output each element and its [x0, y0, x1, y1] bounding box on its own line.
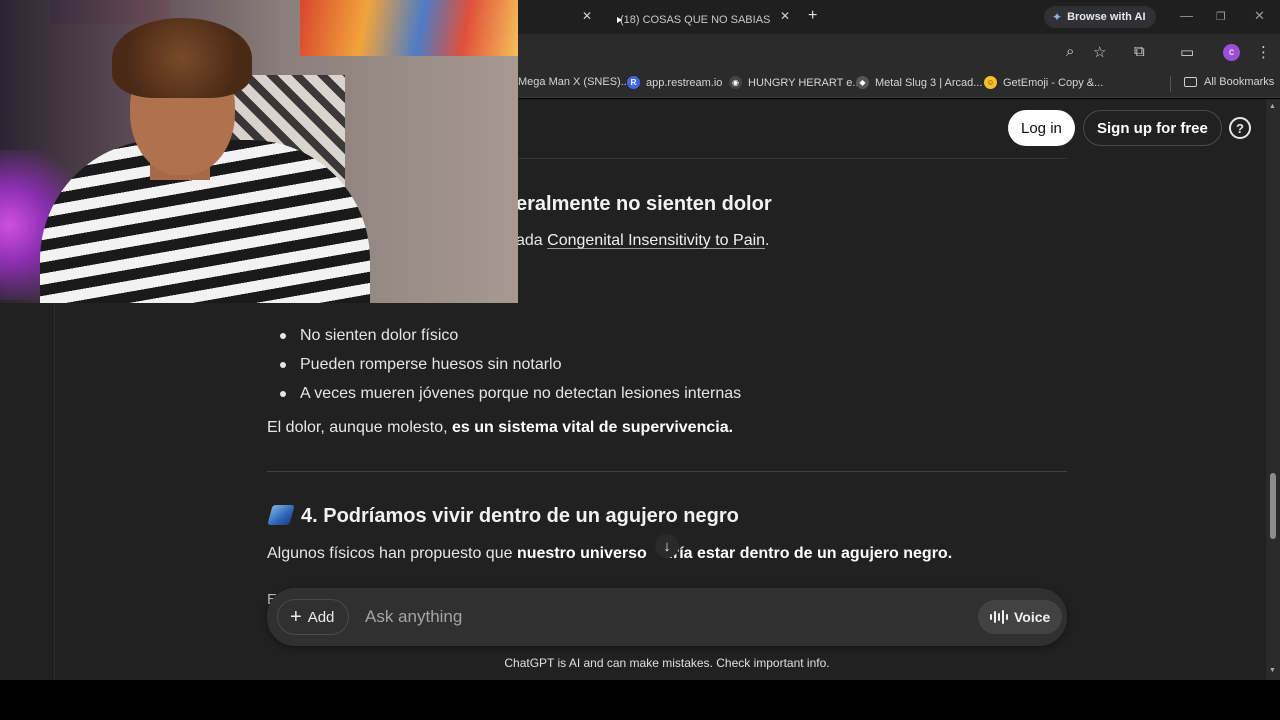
- new-tab-button[interactable]: +: [808, 7, 817, 25]
- comet-icon: [267, 505, 295, 525]
- bookmark-star-icon[interactable]: ☆: [1093, 43, 1106, 61]
- login-button[interactable]: Log in: [1008, 110, 1075, 146]
- webcam-overlay: [0, 0, 518, 303]
- section-divider: [267, 471, 1067, 472]
- zoom-icon[interactable]: ⌕: [1066, 43, 1074, 60]
- folder-icon: [1184, 77, 1197, 87]
- voice-wave-icon: [990, 610, 1008, 624]
- summary-paragraph: El dolor, aunque molesto, es un sistema …: [267, 419, 733, 437]
- bookmark-label: GetEmoji - Copy &...: [1003, 76, 1104, 89]
- intro-text: ada: [516, 232, 548, 249]
- congenital-link[interactable]: Congenital Insensitivity to Pain: [547, 232, 765, 249]
- help-icon[interactable]: ?: [1229, 117, 1251, 139]
- ask-input[interactable]: [365, 605, 925, 629]
- disclaimer: ChatGPT is AI and can make mistakes. Che…: [504, 656, 830, 670]
- signup-button[interactable]: Sign up for free: [1083, 110, 1222, 146]
- tab-close-icon[interactable]: ✕: [780, 9, 790, 23]
- section-intro: ada Congenital Insensitivity to Pain.: [516, 232, 770, 250]
- gamepad-icon: ◆: [856, 76, 869, 89]
- bookmark-item[interactable]: ◆ Metal Slug 3 | Arcad...: [856, 76, 982, 89]
- list-item: No sienten dolor físico: [280, 321, 741, 350]
- section-heading: 4. Podríamos vivir dentro de un agujero …: [267, 505, 739, 528]
- bookmark-label: Metal Slug 3 | Arcad...: [875, 76, 983, 89]
- bullet-list: No sienten dolor físico Pueden romperse …: [280, 321, 741, 408]
- chicken-icon: ◉: [729, 76, 742, 89]
- tab-search-icon[interactable]: ▭: [1180, 43, 1194, 61]
- bookmark-item[interactable]: ◉ HUNGRY HERART e...: [729, 76, 862, 89]
- all-bookmarks-label: All Bookmarks: [1204, 76, 1275, 88]
- restore-icon[interactable]: ❐: [1216, 10, 1226, 23]
- sparkle-icon: ✦: [1052, 10, 1063, 24]
- emoji-icon: ☺: [984, 76, 997, 89]
- scroll-thumb[interactable]: [1270, 473, 1276, 539]
- webcam-painting: [50, 0, 170, 24]
- bookmark-item[interactable]: R app.restream.io: [627, 76, 722, 89]
- scroll-down-icon[interactable]: ↓: [655, 534, 679, 558]
- webcam-painting: [300, 0, 518, 56]
- bookmark-label: HUNGRY HERART e...: [748, 76, 862, 89]
- section-paragraph: Algunos físicos han propuesto que nuestr…: [267, 545, 952, 563]
- minimize-icon[interactable]: —: [1180, 8, 1193, 23]
- bookmark-item[interactable]: Mega Man X (SNES)...: [518, 76, 630, 88]
- menu-kebab-icon[interactable]: ⋮: [1256, 43, 1271, 61]
- voice-button[interactable]: Voice: [978, 600, 1063, 634]
- paragraph-bold: nuestro universo: [516, 545, 652, 562]
- heading-text: 4. Podríamos vivir dentro de un agujero …: [301, 505, 739, 527]
- bookmark-label: app.restream.io: [646, 76, 723, 89]
- page-scrollbar[interactable]: ▲ ▼: [1266, 99, 1280, 680]
- browse-with-ai-label: Browse with AI: [1067, 11, 1146, 23]
- webcam-person-hair: [112, 18, 252, 98]
- tab-close-icon[interactable]: ✕: [582, 9, 592, 23]
- tab-title: (18) COSAS QUE NO SABIAS - \: [620, 14, 770, 26]
- scroll-down-arrow-icon[interactable]: ▼: [1269, 667, 1276, 674]
- tab-youtube[interactable]: (18) COSAS QUE NO SABIAS - \: [612, 6, 770, 34]
- list-item: A veces mueren jóvenes porque no detecta…: [280, 379, 741, 408]
- bookmarks-separator: [1170, 76, 1171, 92]
- paragraph-text: Algunos físicos han propuesto que: [267, 545, 517, 562]
- intro-suffix: .: [765, 232, 770, 249]
- extensions-icon[interactable]: ⧉: [1134, 43, 1145, 60]
- summary-bold: es un sistema vital de supervivencia.: [452, 419, 734, 436]
- add-label: Add: [307, 608, 335, 626]
- add-button[interactable]: + Add: [277, 599, 350, 635]
- close-window-icon[interactable]: ✕: [1254, 8, 1265, 24]
- voice-label: Voice: [1014, 609, 1051, 625]
- summary-text: El dolor, aunque molesto,: [267, 419, 453, 436]
- paragraph-bold: dría estar dentro de un agujero negro.: [663, 545, 953, 562]
- section-heading: eralmente no sienten dolor: [516, 193, 772, 215]
- list-item: Pueden romperse huesos sin notarlo: [280, 350, 741, 379]
- restream-icon: R: [627, 76, 640, 89]
- scroll-up-arrow-icon[interactable]: ▲: [1269, 103, 1276, 110]
- bookmark-label: Mega Man X (SNES)...: [518, 76, 630, 88]
- all-bookmarks[interactable]: All Bookmarks: [1184, 76, 1274, 88]
- profile-avatar[interactable]: c: [1223, 44, 1240, 61]
- bookmark-item[interactable]: ☺ GetEmoji - Copy &...: [984, 76, 1103, 89]
- browse-with-ai-button[interactable]: ✦ Browse with AI: [1044, 6, 1156, 28]
- plus-icon: +: [290, 606, 302, 628]
- composer: + Add Voice: [267, 588, 1067, 646]
